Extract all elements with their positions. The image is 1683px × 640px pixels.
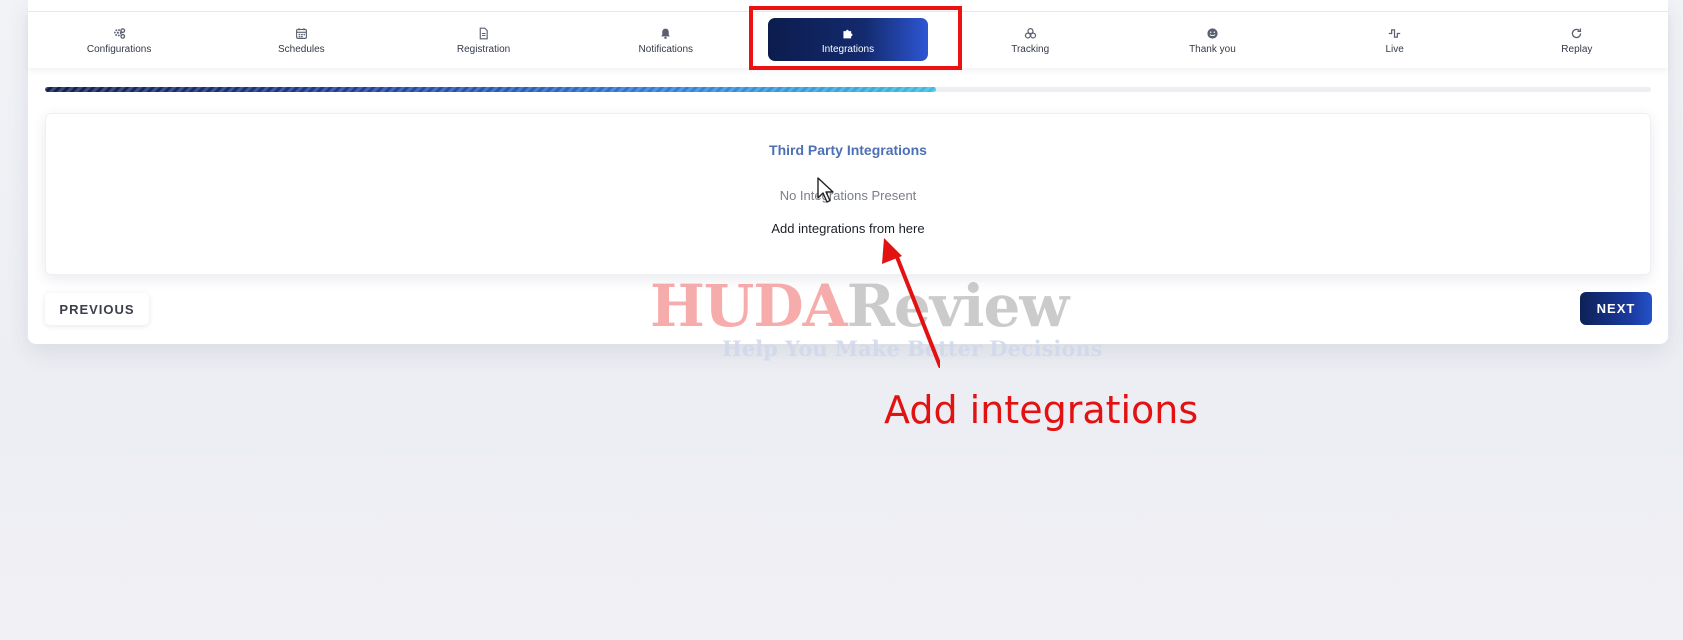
- tab-label: Tracking: [1011, 43, 1050, 55]
- tab-live[interactable]: Live: [1304, 12, 1486, 68]
- gears-icon: [113, 26, 126, 42]
- replay-icon: [1570, 26, 1583, 42]
- tab-tracking[interactable]: Tracking: [939, 12, 1121, 68]
- annotation-label: Add integrations: [884, 388, 1199, 432]
- tab-registration[interactable]: Registration: [392, 12, 574, 68]
- tab-replay[interactable]: Replay: [1486, 12, 1668, 68]
- tab-label: Live: [1385, 43, 1404, 55]
- tab-notifications[interactable]: Notifications: [575, 12, 757, 68]
- mouse-pointer-icon: [816, 176, 836, 209]
- add-integrations-hint: Add integrations from here: [771, 221, 925, 236]
- calendar-icon: [295, 26, 308, 42]
- tab-label: Schedules: [277, 43, 325, 55]
- next-button[interactable]: NEXT: [1580, 292, 1652, 325]
- tab-label: Replay: [1561, 43, 1593, 55]
- tracking-icon: [1024, 26, 1037, 42]
- annotation-arrow: [870, 238, 942, 373]
- empty-state-text: No Integrations Present: [779, 188, 917, 203]
- previous-button[interactable]: PREVIOUS: [45, 293, 149, 325]
- tab-label: Notifications: [638, 43, 693, 55]
- panel-title: Third Party Integrations: [769, 142, 927, 158]
- pulse-icon: [1388, 26, 1401, 42]
- integrations-panel: Third Party Integrations No Integrations…: [45, 113, 1651, 275]
- tab-thank-you[interactable]: Thank you: [1121, 12, 1303, 68]
- watermark-part1: HUDA: [650, 272, 848, 340]
- smile-icon: [1206, 26, 1219, 42]
- watermark-logo: HUDAReview: [650, 272, 1069, 340]
- tab-label: Thank you: [1189, 43, 1236, 55]
- tab-configurations[interactable]: Configurations: [28, 12, 210, 68]
- highlight-box: [749, 6, 962, 70]
- wizard-progress-bar: [45, 87, 1651, 92]
- document-icon: [477, 26, 490, 42]
- tab-label: Registration: [456, 43, 511, 55]
- progress-fill: [45, 87, 937, 92]
- tab-label: Configurations: [86, 43, 152, 55]
- bell-icon: [659, 26, 672, 42]
- tab-schedules[interactable]: Schedules: [210, 12, 392, 68]
